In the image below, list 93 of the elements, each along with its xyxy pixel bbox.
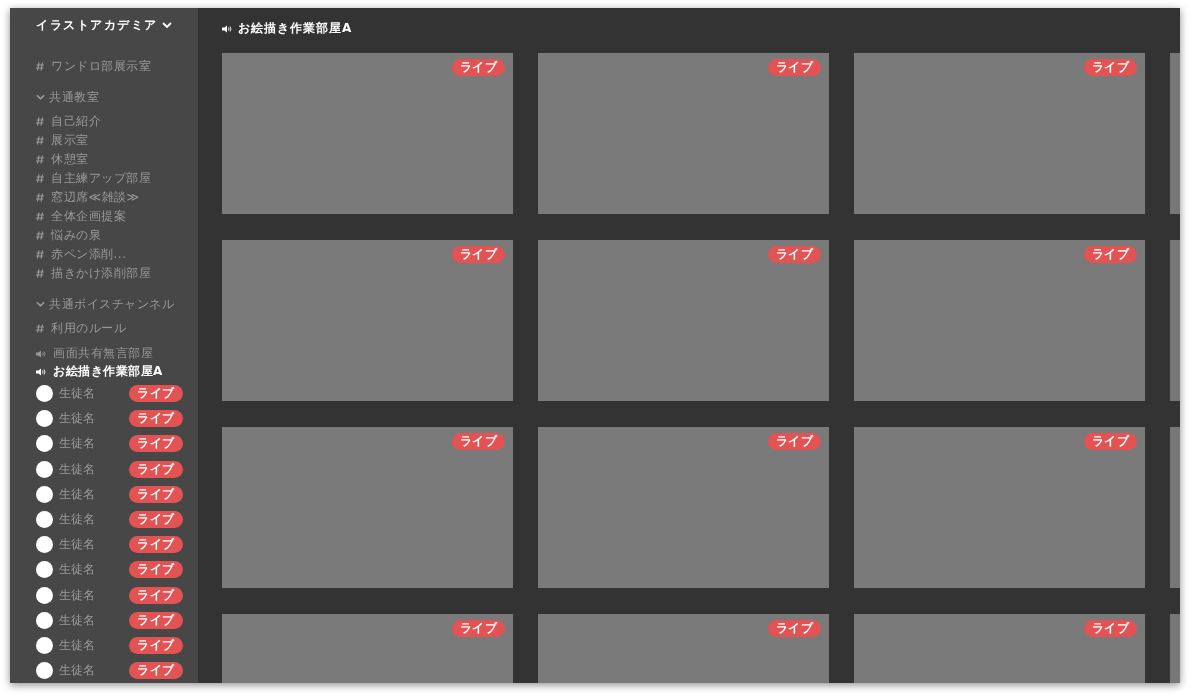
avatar: [36, 636, 53, 654]
hash-icon: [36, 174, 44, 183]
live-badge: ライブ: [767, 59, 821, 76]
live-badge: ライブ: [129, 385, 183, 403]
stream-tile[interactable]: ライブ: [854, 614, 1145, 683]
server-header[interactable]: イラストアカデミア: [10, 8, 198, 42]
live-badge: ライブ: [129, 586, 183, 604]
stream-tile[interactable]: ライブ: [854, 240, 1145, 401]
avatar: [36, 460, 53, 478]
live-badge: ライブ: [129, 485, 183, 503]
avatar: [36, 410, 53, 428]
stream-tile[interactable]: ライブ: [854, 53, 1145, 214]
stream-tile[interactable]: ライブ: [222, 614, 513, 683]
hash-icon: [36, 155, 44, 164]
live-badge: ライブ: [129, 561, 183, 579]
stream-tile[interactable]: ライブ: [222, 240, 513, 401]
hash-icon: [36, 193, 44, 202]
live-badge: ライブ: [129, 511, 183, 529]
live-badge: ライブ: [451, 620, 505, 637]
live-badge: ライブ: [129, 460, 183, 478]
member-name: 生徒名: [59, 636, 96, 654]
avatar: [36, 611, 53, 629]
text-channel[interactable]: 窓辺席≪雑談≫: [10, 188, 140, 207]
member-name: 生徒名: [59, 662, 96, 680]
live-badge: ライブ: [1083, 246, 1137, 263]
stream-tile[interactable]: ライブ: [538, 614, 829, 683]
avatar: [36, 435, 53, 453]
text-channel[interactable]: 描きかけ添削部屋: [10, 264, 151, 283]
live-badge: ライブ: [129, 536, 183, 554]
live-badge: ライブ: [129, 636, 183, 654]
member-name: 生徒名: [59, 586, 96, 604]
member-name: 生徒名: [59, 460, 96, 478]
text-channel[interactable]: 自己紹介: [10, 112, 101, 131]
member-name: 生徒名: [59, 435, 96, 453]
hash-icon: [36, 117, 44, 126]
live-badge: ライブ: [1083, 59, 1137, 76]
voice-channel[interactable]: 画面共有無言部屋: [10, 344, 153, 363]
avatar: [36, 536, 53, 554]
hash-icon: [36, 212, 44, 221]
text-channel[interactable]: 悩みの泉: [10, 226, 101, 245]
hash-icon: [36, 269, 44, 278]
hash-icon: [36, 250, 44, 259]
avatar: [36, 511, 53, 529]
text-channel[interactable]: 展示室: [10, 131, 89, 150]
hash-icon: [36, 62, 44, 71]
text-channel[interactable]: 全体企画提案: [10, 207, 126, 226]
stream-tile[interactable]: ライブ: [538, 53, 829, 214]
member-name: 生徒名: [59, 410, 96, 428]
live-badge: ライブ: [451, 433, 505, 450]
live-badge: ライブ: [129, 611, 183, 629]
speaker-icon: [36, 349, 46, 358]
live-badge: ライブ: [129, 435, 183, 453]
voice-channel[interactable]: お絵描き作業部屋A: [10, 362, 163, 381]
stream-tile[interactable]: ライブ: [222, 53, 513, 214]
member-name: 生徒名: [59, 511, 96, 529]
live-badge: ライブ: [1083, 433, 1137, 450]
live-badge: ライブ: [1083, 620, 1137, 637]
live-badge: ライブ: [129, 662, 183, 680]
live-badge: ライブ: [451, 59, 505, 76]
text-channel[interactable]: 休憩室: [10, 150, 89, 169]
stream-tile[interactable]: ライブ: [854, 427, 1145, 588]
speaker-icon: [222, 25, 232, 33]
live-badge: ライブ: [129, 410, 183, 428]
text-channel[interactable]: ワンドロ部展示室: [10, 57, 151, 76]
text-channel[interactable]: 利用のルール: [10, 319, 126, 338]
hash-icon: [36, 231, 44, 240]
category-header[interactable]: 共通ボイスチャンネル: [10, 295, 198, 314]
category-header[interactable]: 共通教室: [10, 88, 198, 107]
live-badge: ライブ: [767, 246, 821, 263]
avatar: [36, 586, 53, 604]
live-badge: ライブ: [767, 433, 821, 450]
member-name: 生徒名: [59, 611, 96, 629]
stream-tile[interactable]: ライブ: [222, 427, 513, 588]
avatar: [36, 485, 53, 503]
avatar: [36, 385, 53, 403]
hash-icon: [36, 324, 44, 333]
text-channel[interactable]: 自主練アップ部屋: [10, 169, 151, 188]
avatar: [36, 662, 53, 680]
server-name: イラストアカデミア: [36, 16, 158, 34]
live-badge: ライブ: [767, 620, 821, 637]
stream-tile[interactable]: ライブ: [538, 427, 829, 588]
chevron-down-icon: [161, 21, 172, 29]
stream-tile[interactable]: ライブ: [538, 240, 829, 401]
hash-icon: [36, 136, 44, 145]
text-channel[interactable]: 赤ペン添削...: [10, 245, 127, 264]
member-name: 生徒名: [59, 485, 96, 503]
member-name: 生徒名: [59, 385, 96, 403]
live-badge: ライブ: [451, 246, 505, 263]
member-name: 生徒名: [59, 536, 96, 554]
avatar: [36, 561, 53, 579]
channel-title: お絵描き作業部屋A: [238, 20, 353, 37]
speaker-icon: [36, 367, 46, 376]
member-name: 生徒名: [59, 561, 96, 579]
